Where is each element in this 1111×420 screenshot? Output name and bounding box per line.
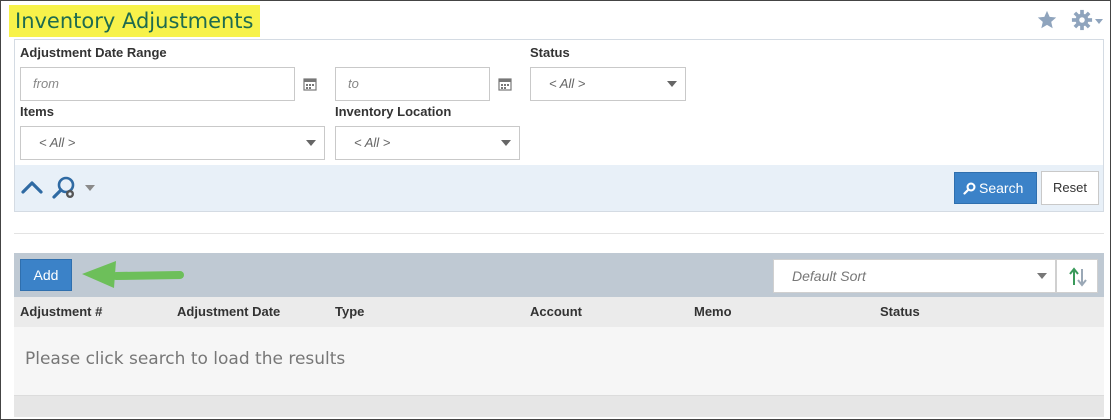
date-range-label: Adjustment Date Range <box>20 45 167 60</box>
search-button-label: Search <box>979 180 1024 196</box>
page-title: Inventory Adjustments <box>9 5 260 37</box>
calendar-to-icon[interactable] <box>498 77 512 91</box>
favorite-star-icon[interactable] <box>1036 9 1058 31</box>
inventory-location-select-value: < All > <box>354 135 391 150</box>
filter-panel: Adjustment Date Range from to Status < A… <box>14 39 1104 212</box>
app-frame: Inventory Adjustments Adjustment Date Ra… <box>0 0 1111 420</box>
sort-direction-button[interactable] <box>1056 259 1098 293</box>
section-divider <box>14 233 1104 234</box>
chevron-down-icon <box>306 140 316 146</box>
sort-select-value: Default Sort <box>792 268 866 284</box>
advanced-search-icon[interactable] <box>51 175 77 201</box>
column-header-account[interactable]: Account <box>530 297 582 327</box>
annotation-arrow-icon <box>82 261 184 288</box>
search-button[interactable]: Search <box>954 172 1037 204</box>
inventory-location-label: Inventory Location <box>335 104 452 119</box>
items-select-value: < All > <box>39 135 76 150</box>
items-label: Items <box>20 104 54 119</box>
reset-button[interactable]: Reset <box>1041 171 1099 205</box>
advanced-search-caret-icon[interactable] <box>85 185 95 191</box>
date-to-input[interactable]: to <box>335 67 490 101</box>
sort-direction-icon <box>1069 267 1087 287</box>
chevron-down-icon <box>501 140 511 146</box>
calendar-from-icon[interactable] <box>303 77 317 91</box>
date-from-input[interactable]: from <box>20 67 295 101</box>
filter-action-bar: Search Reset <box>15 165 1103 211</box>
status-label: Status <box>530 45 570 60</box>
chevron-down-icon <box>667 81 677 87</box>
status-select-value: < All > <box>549 76 586 91</box>
column-header-memo[interactable]: Memo <box>694 297 732 327</box>
chevron-down-icon <box>1037 273 1047 279</box>
sort-select[interactable]: Default Sort <box>773 259 1056 293</box>
column-header-adjustment-number[interactable]: Adjustment # <box>20 297 102 327</box>
column-header-adjustment-date[interactable]: Adjustment Date <box>177 297 280 327</box>
add-button[interactable]: Add <box>20 259 72 291</box>
results-toolbar: Add Default Sort <box>14 253 1104 297</box>
results-footer-bar <box>14 395 1104 417</box>
status-select[interactable]: < All > <box>530 67 686 101</box>
empty-results-message: Please click search to load the results <box>25 349 346 369</box>
results-table-header: Adjustment # Adjustment Date Type Accoun… <box>14 297 1104 327</box>
items-select[interactable]: < All > <box>20 126 325 160</box>
settings-gear-icon[interactable] <box>1071 9 1093 31</box>
column-header-type[interactable]: Type <box>335 297 364 327</box>
collapse-chevron-up-icon[interactable] <box>21 179 43 195</box>
search-icon <box>963 182 976 195</box>
settings-dropdown-caret-icon[interactable] <box>1095 19 1103 24</box>
column-header-status[interactable]: Status <box>880 297 920 327</box>
inventory-location-select[interactable]: < All > <box>335 126 520 160</box>
results-empty-area: Please click search to load the results <box>14 327 1104 395</box>
